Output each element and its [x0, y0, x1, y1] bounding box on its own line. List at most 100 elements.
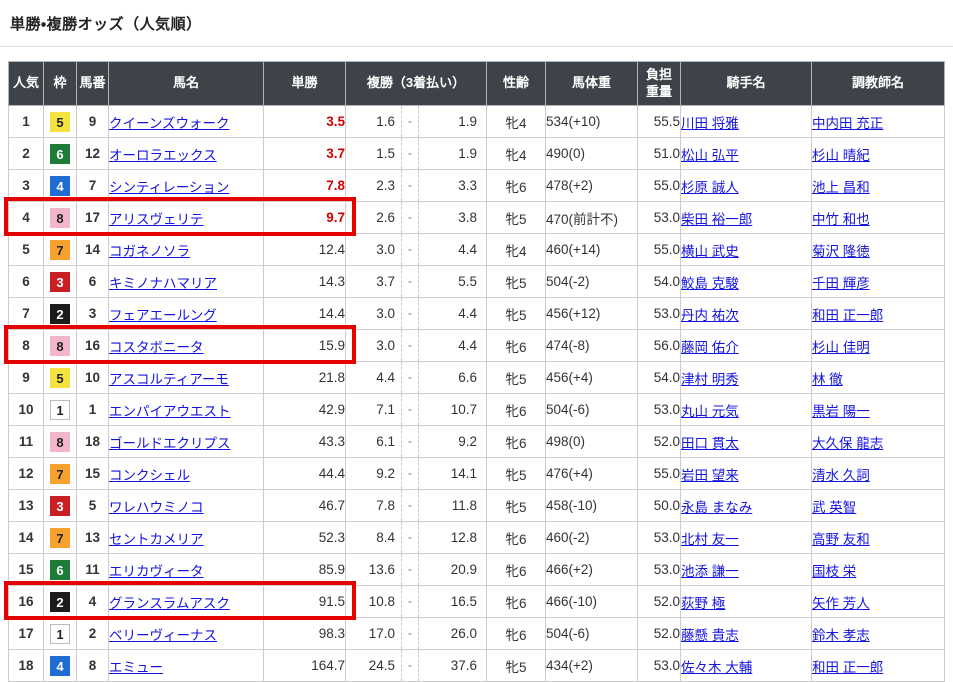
jockey-link[interactable]: 藤岡 佑介	[681, 340, 739, 355]
table-row: 6 3 6 キミノナハマリア 14.3 3.7 - 5.5 牝5 504(-2)…	[9, 266, 945, 298]
horse-name-link[interactable]: コンクシェル	[109, 468, 190, 483]
place-odds-range: 6.1 - 9.2	[346, 426, 486, 457]
frame-badge: 3	[50, 272, 70, 292]
trainer-cell: 大久保 龍志	[812, 426, 945, 458]
place-odds-high: 5.5	[419, 274, 486, 289]
jockey-link[interactable]: 岩田 望来	[681, 468, 739, 483]
jockey-link[interactable]: 横山 武史	[681, 244, 739, 259]
jockey-link[interactable]: 津村 明秀	[681, 372, 739, 387]
jockey-link[interactable]: 田口 貫太	[681, 436, 739, 451]
horse-name-link[interactable]: エミュー	[109, 660, 163, 675]
place-odds-cell: 4.4 - 6.6	[346, 362, 487, 394]
trainer-link[interactable]: 林 徹	[812, 372, 843, 387]
jockey-link[interactable]: 鮫島 克駿	[681, 276, 739, 291]
horse-name-link[interactable]: ゴールドエクリプス	[109, 436, 231, 451]
trainer-link[interactable]: 杉山 佳明	[812, 340, 870, 355]
trainer-link[interactable]: 和田 正一郎	[812, 308, 883, 323]
jockey-link[interactable]: 永島 まなみ	[681, 500, 752, 515]
place-odds-high: 1.9	[419, 146, 486, 161]
trainer-cell: 国枝 栄	[812, 554, 945, 586]
trainer-cell: 清水 久詞	[812, 458, 945, 490]
place-odds-cell: 3.0 - 4.4	[346, 298, 487, 330]
sex-age: 牝6	[487, 330, 546, 362]
horse-name-link[interactable]: コガネノソラ	[109, 244, 190, 259]
jockey-link[interactable]: 川田 将雅	[681, 116, 739, 131]
sex-age: 牝5	[487, 362, 546, 394]
horse-name-link[interactable]: キミノナハマリア	[109, 276, 217, 291]
trainer-link[interactable]: 清水 久詞	[812, 468, 870, 483]
horse-weight: 478(+2)	[546, 170, 638, 202]
horse-weight: 460(-2)	[546, 522, 638, 554]
horse-name-link[interactable]: ワレハウミノコ	[109, 500, 204, 515]
impost: 51.0	[638, 138, 681, 170]
horse-name-link[interactable]: セントカメリア	[109, 532, 204, 547]
win-odds: 98.3	[319, 626, 345, 641]
jockey-cell: 永島 まなみ	[681, 490, 812, 522]
trainer-link[interactable]: 鈴木 孝志	[812, 628, 870, 643]
horse-name-link[interactable]: ベリーヴィーナス	[109, 628, 217, 643]
place-odds-high: 12.8	[419, 530, 486, 545]
horse-name-link[interactable]: コスタボニータ	[109, 340, 204, 355]
trainer-link[interactable]: 中内田 充正	[812, 116, 883, 131]
win-odds-cell: 15.9	[264, 330, 346, 362]
place-odds-cell: 1.5 - 1.9	[346, 138, 487, 170]
frame-badge: 1	[50, 624, 70, 644]
horse-name-link[interactable]: オーロラエックス	[109, 148, 217, 163]
jockey-link[interactable]: 藤懸 貴志	[681, 628, 739, 643]
horse-number: 3	[77, 298, 109, 330]
trainer-cell: 黒岩 陽一	[812, 394, 945, 426]
place-odds-range: 3.0 - 4.4	[346, 298, 486, 329]
trainer-link[interactable]: 千田 輝彦	[812, 276, 870, 291]
jockey-link[interactable]: 荻野 極	[681, 596, 725, 611]
win-odds: 46.7	[319, 498, 345, 513]
trainer-link[interactable]: 中竹 和也	[812, 212, 870, 227]
jockey-link[interactable]: 丸山 元気	[681, 404, 739, 419]
trainer-link[interactable]: 池上 昌和	[812, 180, 870, 195]
trainer-link[interactable]: 国枝 栄	[812, 564, 856, 579]
jockey-link[interactable]: 松山 弘平	[681, 148, 739, 163]
place-odds-separator: -	[401, 170, 419, 201]
jockey-link[interactable]: 丹内 祐次	[681, 308, 739, 323]
horse-weight: 498(0)	[546, 426, 638, 458]
place-odds-cell: 9.2 - 14.1	[346, 458, 487, 490]
header-impost: 負担重量	[638, 62, 681, 106]
win-odds: 12.4	[319, 242, 345, 257]
jockey-link[interactable]: 池添 謙一	[681, 564, 739, 579]
impost: 53.0	[638, 650, 681, 682]
horse-number: 5	[77, 490, 109, 522]
jockey-link[interactable]: 杉原 誠人	[681, 180, 739, 195]
horse-number: 8	[77, 650, 109, 682]
jockey-cell: 藤岡 佑介	[681, 330, 812, 362]
horse-name-link[interactable]: グランスラムアスク	[109, 596, 230, 611]
horse-name-cell: コガネノソラ	[109, 234, 264, 266]
trainer-link[interactable]: 矢作 芳人	[812, 596, 870, 611]
jockey-cell: 柴田 裕一郎	[681, 202, 812, 234]
trainer-link[interactable]: 大久保 龍志	[812, 436, 883, 451]
jockey-link[interactable]: 佐々木 大輔	[681, 660, 752, 675]
impost: 52.0	[638, 426, 681, 458]
horse-name-link[interactable]: フェアエールング	[109, 308, 217, 323]
place-odds-high: 26.0	[419, 626, 486, 641]
horse-name-cell: ベリーヴィーナス	[109, 618, 264, 650]
horse-name-link[interactable]: アリスヴェリテ	[109, 212, 204, 227]
horse-number: 13	[77, 522, 109, 554]
table-row: 15 6 11 エリカヴィータ 85.9 13.6 - 20.9 牝6 466(…	[9, 554, 945, 586]
trainer-link[interactable]: 菊沢 隆徳	[812, 244, 870, 259]
trainer-link[interactable]: 黒岩 陽一	[812, 404, 870, 419]
horse-name-link[interactable]: クイーンズウォーク	[109, 116, 230, 131]
trainer-link[interactable]: 和田 正一郎	[812, 660, 883, 675]
horse-name-link[interactable]: エリカヴィータ	[109, 564, 204, 579]
trainer-link[interactable]: 高野 友和	[812, 532, 870, 547]
place-odds-range: 17.0 - 26.0	[346, 618, 486, 649]
rank-cell: 17	[9, 618, 44, 650]
horse-name-link[interactable]: エンパイアウエスト	[109, 404, 231, 419]
win-odds-cell: 91.5	[264, 586, 346, 618]
horse-name-link[interactable]: シンティレーション	[109, 180, 229, 195]
jockey-link[interactable]: 北村 友一	[681, 532, 739, 547]
frame-badge: 5	[50, 112, 70, 132]
jockey-link[interactable]: 柴田 裕一郎	[681, 212, 752, 227]
trainer-link[interactable]: 杉山 晴紀	[812, 148, 870, 163]
horse-name-link[interactable]: アスコルティアーモ	[109, 372, 229, 387]
jockey-cell: 荻野 極	[681, 586, 812, 618]
trainer-link[interactable]: 武 英智	[812, 500, 856, 515]
